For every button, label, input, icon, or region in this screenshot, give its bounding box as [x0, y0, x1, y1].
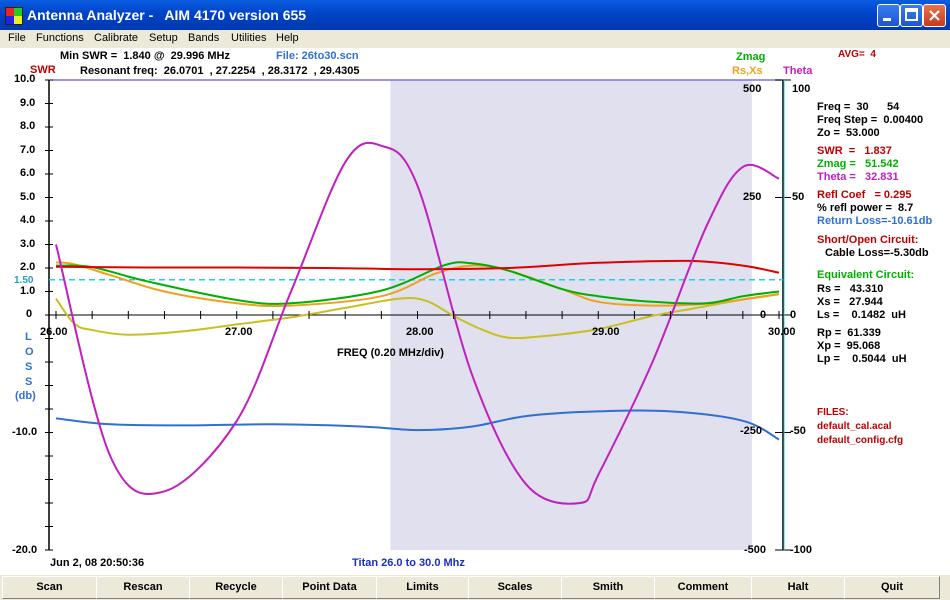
avg-readout: AVG= 4: [838, 49, 876, 60]
swr-tick-label: 4.0: [20, 214, 36, 226]
return-loss-readout: Return Loss=-10.61db: [817, 215, 933, 227]
refl-power-readout: % refl power = 8.7: [817, 202, 914, 214]
rs-tick-0: 0: [760, 309, 767, 321]
min-swr-readout: Min SWR = 1.840 @ 29.996 MHz: [60, 50, 230, 62]
file-name: File: 26to30.scn: [276, 50, 359, 62]
recycle-button[interactable]: Recycle: [189, 576, 283, 599]
loss-letter: S: [25, 376, 33, 388]
rs-tick-250: 250: [743, 191, 762, 203]
swr-tick-label: 2.0: [20, 261, 36, 273]
swr-tick-label: 3.0: [20, 237, 36, 250]
xs-readout: Xs = 27.944: [817, 296, 883, 308]
halt-button[interactable]: Halt: [751, 576, 845, 599]
theta-tick-neg100: -100: [790, 544, 813, 556]
cal-file-name: default_cal.acal: [817, 421, 892, 432]
band-name: Titan 26.0 to 30.0 Mhz: [352, 557, 465, 569]
close-button[interactable]: [923, 4, 946, 27]
rs-tick-neg250: -250: [740, 425, 763, 437]
resonant-freqs: Resonant freq: 26.0701 , 27.2254 , 28.31…: [80, 65, 360, 77]
freq-axis-label: FREQ (0.20 MHz/div): [337, 347, 444, 359]
swr-tick-label: 0: [26, 308, 33, 320]
menu-functions[interactable]: Functions: [36, 32, 84, 44]
menu-file[interactable]: File: [8, 32, 26, 44]
window-title: Antenna Analyzer - AIM 4170 version 655: [27, 7, 307, 23]
freq-tick-26: 26.00: [40, 326, 68, 338]
cable-loss-readout: Cable Loss=-5.30db: [825, 247, 929, 259]
limits-button[interactable]: Limits: [376, 576, 469, 599]
rp-readout: Rp = 61.339: [817, 327, 881, 339]
menu-help[interactable]: Help: [276, 32, 299, 44]
app-icon: [5, 7, 23, 25]
menu-calibrate[interactable]: Calibrate: [94, 32, 138, 44]
theta-tick-50: 50: [792, 191, 805, 203]
rescan-button[interactable]: Rescan: [96, 576, 190, 599]
swr-tick-label: 7.0: [20, 143, 36, 156]
swr-tick-label: 9.0: [20, 96, 36, 109]
menu-setup[interactable]: Setup: [149, 32, 178, 44]
quit-button[interactable]: Quit: [844, 576, 940, 599]
loss-letter: S: [25, 361, 33, 373]
rs-tick-neg500: -500: [744, 544, 767, 556]
freq-tick-29: 29.00: [592, 326, 620, 338]
xp-readout: Xp = 95.068: [817, 340, 881, 352]
rsxs-axis-label: Rs,Xs: [732, 65, 763, 77]
loss-letter: L: [25, 331, 32, 343]
menu-bar: File Functions Calibrate Setup Bands Uti…: [0, 30, 950, 48]
loss-tick-20: -20.0: [12, 544, 38, 556]
maximize-button[interactable]: [900, 4, 923, 27]
scales-button[interactable]: Scales: [468, 576, 562, 599]
menu-bands[interactable]: Bands: [188, 32, 219, 44]
point-data-button[interactable]: Point Data: [282, 576, 377, 599]
zmag-axis-label: Zmag: [736, 51, 766, 63]
loss-axis-label: L O S S: [25, 330, 37, 390]
swr-readout: SWR = 1.837: [817, 145, 892, 157]
swr-tick-label: 5.0: [20, 190, 36, 203]
theta-readout: Theta = 32.831: [817, 171, 899, 183]
equivalent-circuit-label: Equivalent Circuit:: [817, 269, 915, 281]
loss-tick-10: -10.0: [12, 426, 38, 438]
short-open-label: Short/Open Circuit:: [817, 234, 919, 246]
button-bar: Scan Rescan Recycle Point Data Limits Sc…: [0, 575, 950, 600]
rs-readout: Rs = 43.310: [817, 283, 884, 295]
swr-target-label: 1.50: [14, 275, 34, 286]
menu-utilities[interactable]: Utilities: [231, 32, 266, 44]
freq-tick-28: 28.00: [406, 326, 434, 338]
scan-button[interactable]: Scan: [2, 576, 97, 599]
smith-button[interactable]: Smith: [561, 576, 655, 599]
files-label: FILES:: [817, 407, 849, 418]
freq-tick-30: 30.00: [768, 326, 796, 338]
minimize-button[interactable]: [877, 4, 900, 27]
scan-datetime: Jun 2, 08 20:50:36: [50, 557, 145, 569]
zmag-readout: Zmag = 51.542: [817, 158, 899, 170]
comment-button[interactable]: Comment: [654, 576, 752, 599]
ls-readout: Ls = 0.1482 uH: [817, 309, 906, 321]
theta-axis-label: Theta: [783, 65, 813, 77]
swr-tick-label: 10.0: [14, 73, 36, 85]
swr-tick-label: 1.0: [20, 284, 36, 297]
loss-letter: O: [25, 346, 34, 358]
rs-tick-500: 500: [743, 83, 762, 95]
refl-coef-readout: Refl Coef = 0.295: [817, 189, 912, 201]
swr-tick-label: 8.0: [20, 120, 36, 132]
title-bar: Antenna Analyzer - AIM 4170 version 655: [0, 0, 950, 30]
zo-readout: Zo = 53.000: [817, 127, 880, 139]
freq-readout: Freq = 30 54: [817, 101, 900, 113]
freq-tick-27: 27.00: [225, 326, 253, 338]
analyzer-chart: [0, 48, 950, 575]
freq-step-readout: Freq Step = 0.00400: [817, 114, 924, 126]
theta-tick-neg50: -50: [790, 425, 806, 437]
theta-tick-0: 0: [790, 309, 797, 321]
theta-tick-100: 100: [792, 83, 811, 95]
config-file-name: default_config.cfg: [817, 435, 904, 446]
loss-unit-label: (db): [15, 390, 36, 402]
lp-readout: Lp = 0.5044 uH: [817, 353, 907, 365]
swr-tick-label: 6.0: [20, 167, 36, 179]
